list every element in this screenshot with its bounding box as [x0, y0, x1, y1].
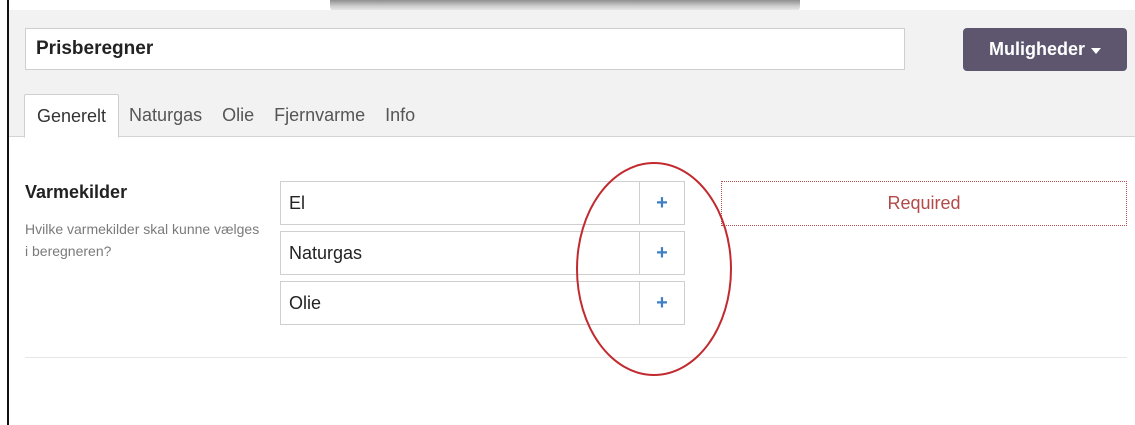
- tab-fjernvarme[interactable]: Fjernvarme: [264, 94, 375, 137]
- tab-generelt[interactable]: Generelt: [24, 94, 120, 138]
- required-message: Required: [887, 193, 961, 213]
- option-row-olie: Olie +: [280, 281, 685, 325]
- required-drop-zone[interactable]: Required: [721, 181, 1127, 226]
- section-label: Varmekilder: [25, 182, 128, 202]
- section-help-text: Hvilke varmekilder skal kunne vælges i b…: [25, 221, 260, 259]
- caret-down-icon: [1091, 47, 1101, 54]
- tab-olie[interactable]: Olie: [212, 94, 264, 137]
- option-label[interactable]: Naturgas: [281, 232, 639, 274]
- add-option-button[interactable]: +: [639, 182, 684, 224]
- tab-naturgas[interactable]: Naturgas: [119, 94, 212, 137]
- tab-info[interactable]: Info: [375, 94, 425, 137]
- option-label[interactable]: Olie: [281, 282, 639, 324]
- section-divider: [25, 357, 1127, 358]
- add-option-button[interactable]: +: [639, 232, 684, 274]
- options-dropdown-button[interactable]: Muligheder: [963, 28, 1127, 71]
- add-option-button[interactable]: +: [639, 282, 684, 324]
- option-label[interactable]: El: [281, 182, 639, 224]
- title-input[interactable]: [25, 28, 905, 70]
- option-row-el: El +: [280, 181, 685, 225]
- options-button-label: Muligheder: [988, 39, 1085, 59]
- option-row-naturgas: Naturgas +: [280, 231, 685, 275]
- tab-bar: Generelt Naturgas Olie Fjernvarme Info: [24, 94, 425, 138]
